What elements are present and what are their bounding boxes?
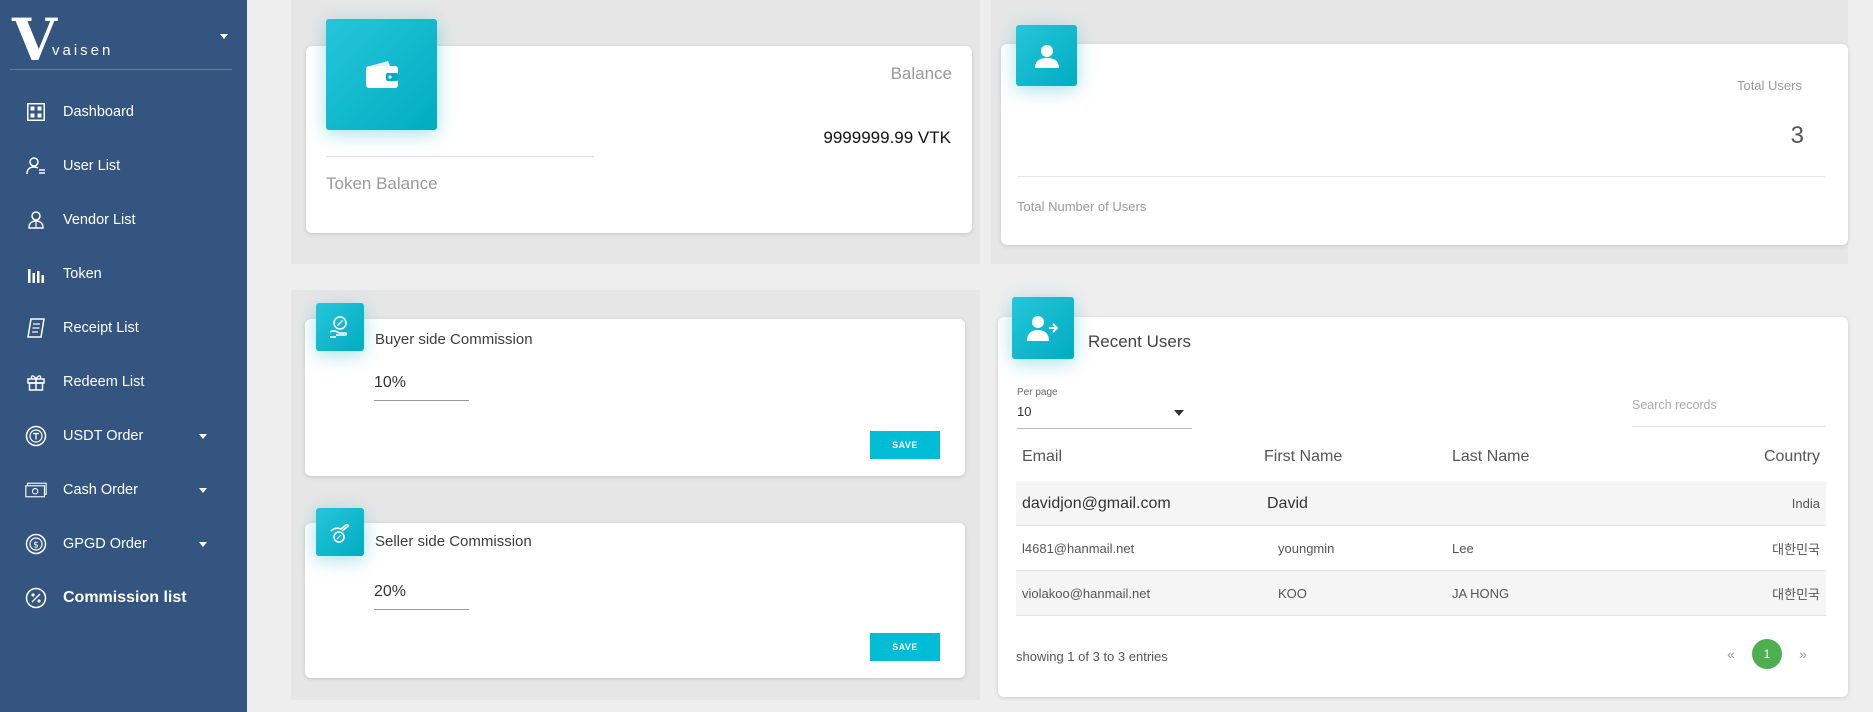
bar-chart-icon	[25, 263, 47, 285]
cell-email: violakoo@hanmail.net	[1022, 586, 1151, 601]
seller-commission-save-button[interactable]: SAVE	[870, 633, 940, 661]
sidebar-item-label: Redeem List	[63, 374, 145, 390]
sidebar-item-receipt-list[interactable]: Receipt List	[0, 301, 247, 355]
cell-email: davidjon@gmail.com	[1022, 494, 1171, 512]
chevron-down-icon[interactable]	[199, 488, 207, 493]
sidebar-item-label: Receipt List	[63, 320, 139, 336]
brand-logo-letter: V	[12, 6, 58, 74]
cell-country: 대한민국	[1772, 587, 1820, 602]
user-list-icon	[25, 155, 47, 177]
dashboard-grid-icon	[25, 101, 47, 123]
sidebar-item-label: User List	[63, 158, 121, 174]
receipt-icon	[25, 317, 47, 339]
coin-hand-icon	[330, 523, 349, 543]
brand-dropdown-caret-icon[interactable]	[220, 34, 228, 39]
cash-icon	[25, 479, 47, 501]
table-row[interactable]: l4681@hanmail.net youngmin Lee 대한민국	[1016, 526, 1826, 571]
pagination-page-1[interactable]: 1	[1752, 639, 1782, 669]
sidebar-item-label: Cash Order	[63, 482, 138, 498]
vendor-icon	[25, 209, 47, 231]
sidebar-item-label: Commission list	[63, 589, 187, 606]
cell-country: India	[1791, 496, 1820, 511]
cell-last-name: Lee	[1452, 541, 1474, 556]
sidebar-item-dashboard[interactable]: Dashboard	[0, 85, 247, 139]
column-header-last-name[interactable]: Last Name	[1452, 448, 1529, 466]
pagination-prev[interactable]: «	[1716, 639, 1746, 669]
commission-hand-icon-box	[316, 303, 364, 351]
sidebar-item-cash-order[interactable]: Cash Order	[0, 463, 247, 517]
cell-country: 대한민국	[1772, 542, 1820, 557]
sidebar-item-label: Dashboard	[63, 104, 134, 120]
coin-icon	[25, 425, 47, 447]
cell-first-name: youngmin	[1278, 541, 1335, 556]
hand-coin-icon	[329, 316, 348, 338]
buyer-commission-card: Buyer side Commission 10% SAVE	[305, 319, 965, 476]
brand-name: vaisen	[52, 42, 114, 59]
sidebar-item-token[interactable]: Token	[0, 247, 247, 301]
gift-icon	[25, 371, 47, 393]
total-users-footer: Total Number of Users	[1017, 199, 1147, 214]
commission-coin-icon-box	[316, 508, 364, 556]
buyer-commission-save-button[interactable]: SAVE	[870, 431, 940, 459]
seller-commission-title: Seller side Commission	[375, 533, 532, 550]
per-page-select[interactable]: 10	[1017, 401, 1192, 429]
sidebar-nav: Dashboard User List Vendor List Token Re…	[0, 85, 247, 625]
chevron-down-icon	[1174, 410, 1184, 416]
column-header-email[interactable]: Email	[1022, 448, 1062, 466]
balance-divider	[326, 156, 594, 157]
coins-icon: $	[25, 533, 47, 555]
seller-commission-card: Seller side Commission 20% SAVE	[305, 523, 965, 678]
column-header-first-name[interactable]: First Name	[1264, 448, 1342, 466]
total-users-card: Total Users 3 Total Number of Users	[1001, 44, 1848, 245]
seller-commission-input[interactable]: 20%	[374, 583, 469, 610]
sidebar-item-label: Token	[63, 266, 102, 282]
sidebar-item-label: USDT Order	[63, 428, 144, 444]
balance-title: Balance	[890, 64, 952, 83]
brand-logo[interactable]: V vaisen	[10, 10, 232, 70]
search-placeholder: Search records	[1632, 398, 1717, 412]
user-icon-box	[1016, 25, 1077, 86]
column-header-country[interactable]: Country	[1764, 448, 1820, 466]
user-arrow-icon	[1027, 316, 1059, 341]
sidebar-item-commission-list[interactable]: Commission list	[0, 571, 247, 625]
wallet-icon-box	[326, 19, 437, 130]
sidebar: V vaisen Dashboard User List Vendor List	[0, 0, 247, 712]
cell-first-name: KOO	[1278, 586, 1307, 601]
per-page-label: Per page	[1017, 387, 1058, 398]
add-user-icon-box	[1012, 297, 1074, 359]
recent-users-title: Recent Users	[1088, 332, 1191, 351]
chevron-down-icon[interactable]	[199, 434, 207, 439]
balance-value: 9999999.99 VTK	[823, 128, 951, 147]
showing-entries-text: showing 1 of 3 to 3 entries	[1016, 649, 1168, 664]
table-row[interactable]: davidjon@gmail.com David India	[1016, 481, 1826, 526]
pagination-next[interactable]: »	[1788, 639, 1818, 669]
total-users-value: 3	[1790, 122, 1804, 149]
cell-last-name: JA HONG	[1452, 586, 1510, 601]
balance-footer: Token Balance	[326, 174, 438, 193]
sidebar-item-user-list[interactable]: User List	[0, 139, 247, 193]
wallet-icon	[365, 60, 398, 88]
table-row[interactable]: violakoo@hanmail.net KOO JA HONG 대한민국	[1016, 571, 1826, 616]
svg-text:$: $	[33, 541, 39, 551]
per-page-value: 10	[1017, 404, 1032, 419]
cell-first-name: David	[1267, 494, 1308, 512]
sidebar-item-usdt-order[interactable]: USDT Order	[0, 409, 247, 463]
buyer-commission-input[interactable]: 10%	[374, 374, 469, 401]
total-users-title: Total Users	[1736, 78, 1802, 93]
search-input[interactable]: Search records	[1632, 385, 1825, 427]
sidebar-item-gpgd-order[interactable]: $ GPGD Order	[0, 517, 247, 571]
buyer-commission-title: Buyer side Commission	[375, 331, 533, 348]
sidebar-item-redeem-list[interactable]: Redeem List	[0, 355, 247, 409]
percent-circle-icon	[25, 587, 47, 609]
cell-email: l4681@hanmail.net	[1022, 541, 1135, 556]
user-icon	[1034, 44, 1059, 68]
chevron-down-icon[interactable]	[199, 542, 207, 547]
total-users-divider	[1017, 176, 1825, 177]
sidebar-item-vendor-list[interactable]: Vendor List	[0, 193, 247, 247]
sidebar-item-label: Vendor List	[63, 212, 136, 228]
pagination: « 1 »	[1716, 639, 1818, 669]
sidebar-item-label: GPGD Order	[63, 536, 147, 552]
